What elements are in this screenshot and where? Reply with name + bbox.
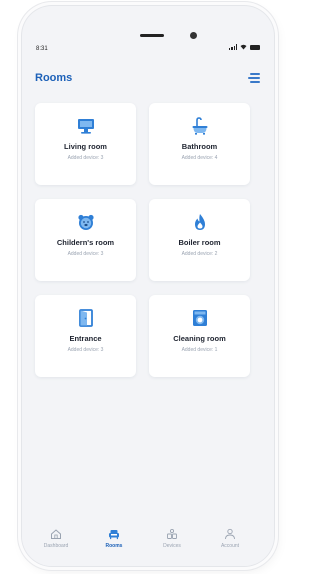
wifi-icon [240, 44, 247, 50]
room-device-count: Added device: 4 [181, 155, 218, 161]
room-device-count: Added device: 1 [181, 347, 218, 353]
room-name: Living room [64, 142, 107, 151]
room-card-entrance[interactable]: Entrance Added device: 3 [35, 295, 136, 377]
sofa-icon [109, 530, 119, 540]
flame-icon [191, 213, 209, 231]
room-name: Entrance [69, 334, 102, 343]
signal-icon [229, 44, 237, 50]
bottom-tab-bar: Dashboard Rooms Devices Account [22, 510, 274, 566]
room-card-living-room[interactable]: Living room Added device: 3 [35, 103, 136, 185]
room-device-count: Added device: 3 [67, 347, 104, 353]
tab-label: Account [220, 543, 240, 549]
door-icon [77, 309, 95, 327]
room-name: Bathroom [181, 142, 218, 151]
room-card-cleaning-room[interactable]: Cleaning room Added device: 1 [149, 295, 250, 377]
page-title: Rooms [35, 72, 73, 84]
tab-label: Devices [163, 543, 181, 549]
room-card-boiler-room[interactable]: Boiler room Added device: 2 [149, 199, 250, 281]
room-device-count: Added device: 3 [67, 251, 104, 257]
tab-label: Dashboard [43, 543, 69, 549]
home-icon [51, 529, 61, 539]
room-card-bathroom[interactable]: Bathroom Added device: 4 [149, 103, 250, 185]
washing-machine-icon [191, 309, 209, 327]
devices-icon [167, 528, 177, 539]
rooms-grid: Living room Added device: 3 Bathroom Add… [35, 103, 259, 377]
status-bar [22, 6, 274, 46]
menu-icon [250, 73, 260, 75]
room-card-childrens-room[interactable]: Childern's room Added device: 3 [35, 199, 136, 281]
tab-dashboard[interactable]: Dashboard [34, 528, 78, 549]
user-icon [225, 528, 235, 540]
bathtub-icon [191, 117, 209, 135]
tab-devices[interactable]: Devices [150, 528, 194, 549]
status-time: 8:31 [36, 46, 48, 52]
room-device-count: Added device: 3 [67, 155, 104, 161]
phone-frame: 8:31 Rooms Living room Added device: 3 B… [22, 6, 274, 566]
room-name: Boiler room [178, 238, 221, 247]
room-name: Childern's room [56, 238, 115, 247]
camera-dot [190, 32, 197, 39]
tab-label: Rooms [105, 543, 123, 549]
monitor-icon [77, 117, 95, 135]
room-device-count: Added device: 2 [181, 251, 218, 257]
room-name: Cleaning room [173, 334, 226, 343]
speaker-notch [140, 34, 164, 37]
tab-account[interactable]: Account [208, 528, 252, 549]
system-icons [229, 44, 260, 50]
tab-rooms[interactable]: Rooms [92, 528, 136, 549]
menu-button[interactable] [246, 73, 260, 83]
battery-icon [250, 44, 260, 50]
teddy-bear-icon [77, 213, 95, 231]
